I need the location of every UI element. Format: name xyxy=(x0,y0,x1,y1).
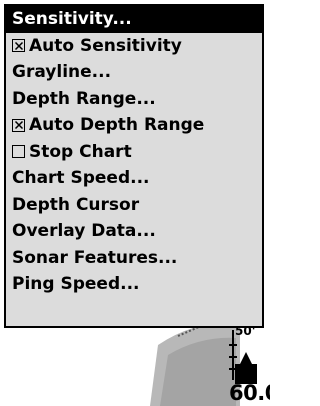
menu-item-label: Sonar Features... xyxy=(12,247,178,268)
menu-item-depth-range[interactable]: Depth Range... xyxy=(6,86,262,113)
sonar-options-menu: Sensitivity... Auto Sensitivity Grayline… xyxy=(4,4,264,328)
sonar-screen: 50' 60.0 Sensitivity... Auto Sensitivity… xyxy=(0,0,270,406)
menu-item-label: Depth Range... xyxy=(12,88,156,109)
menu-item-overlay-data[interactable]: Overlay Data... xyxy=(6,218,262,245)
bottom-marker-tip xyxy=(240,352,252,364)
menu-item-label: Ping Speed... xyxy=(12,274,140,295)
checkbox-unchecked-icon[interactable] xyxy=(12,145,25,159)
check-x-icon xyxy=(14,121,23,130)
menu-item-label: Auto Depth Range xyxy=(29,115,205,136)
menu-item-label: Chart Speed... xyxy=(12,168,150,189)
menu-item-chart-speed[interactable]: Chart Speed... xyxy=(6,165,262,192)
menu-item-stop-chart[interactable]: Stop Chart xyxy=(6,139,262,166)
check-x-icon xyxy=(14,41,23,50)
menu-item-label: Overlay Data... xyxy=(12,221,156,242)
menu-item-sensitivity[interactable]: Sensitivity... xyxy=(6,6,262,33)
checkbox-checked-icon[interactable] xyxy=(12,118,25,132)
menu-item-auto-depth-range[interactable]: Auto Depth Range xyxy=(6,112,262,139)
menu-item-sonar-features[interactable]: Sonar Features... xyxy=(6,245,262,272)
menu-item-auto-sensitivity[interactable]: Auto Sensitivity xyxy=(6,33,262,60)
menu-item-label: Stop Chart xyxy=(29,141,132,162)
menu-item-label: Depth Cursor xyxy=(12,194,140,215)
checkbox-checked-icon[interactable] xyxy=(12,39,25,53)
menu-item-label: Grayline... xyxy=(12,62,112,83)
depth-bottom-readout: 60.0 xyxy=(229,381,270,405)
menu-item-label: Sensitivity... xyxy=(12,9,132,30)
menu-item-label: Auto Sensitivity xyxy=(29,35,182,56)
menu-item-ping-speed[interactable]: Ping Speed... xyxy=(6,271,262,298)
menu-item-depth-cursor[interactable]: Depth Cursor xyxy=(6,192,262,219)
menu-item-grayline[interactable]: Grayline... xyxy=(6,59,262,86)
